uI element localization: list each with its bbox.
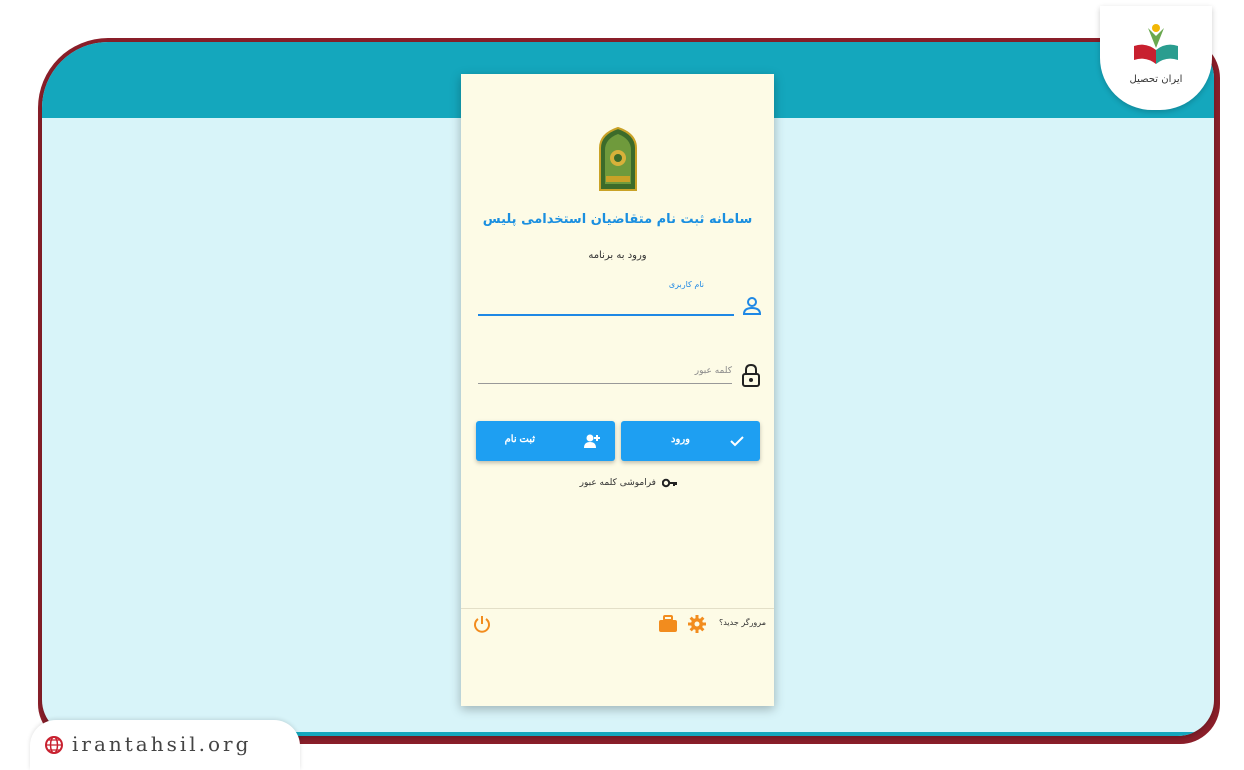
login-button[interactable]: ورود <box>621 421 760 461</box>
add-user-icon <box>584 434 600 448</box>
lock-icon <box>742 363 760 387</box>
police-emblem-icon <box>599 126 637 191</box>
user-icon <box>742 297 762 315</box>
briefcase-icon[interactable] <box>658 615 678 633</box>
power-icon[interactable] <box>473 615 491 633</box>
password-underline <box>478 383 732 384</box>
password-field[interactable]: کلمه عبور <box>695 366 732 376</box>
forgot-password-label: فراموشی کلمه عبور <box>579 478 656 488</box>
card-divider <box>461 608 774 609</box>
brand-name: ایران تحصیل <box>1129 74 1183 85</box>
register-button-label: ثبت نام <box>504 434 535 445</box>
login-button-label: ورود <box>671 434 690 445</box>
check-icon <box>730 436 744 447</box>
new-browser-link[interactable]: مرورگر جدید؟ <box>719 618 766 627</box>
watermark-badge: irantahsil.org <box>30 720 300 770</box>
brand-badge: ایران تحصیل <box>1100 6 1212 110</box>
register-button[interactable]: ثبت نام <box>476 421 615 461</box>
globe-icon <box>45 736 63 754</box>
brand-logo-icon <box>1134 24 1178 64</box>
username-label: نام کاربری <box>668 280 704 289</box>
key-icon <box>662 478 677 488</box>
forgot-password-link[interactable]: فراموشی کلمه عبور <box>580 478 678 488</box>
login-card: سامانه ثبت نام متقاضیان استخدامی پلیس ور… <box>461 74 774 706</box>
page-title: سامانه ثبت نام متقاضیان استخدامی پلیس <box>482 212 753 227</box>
login-subtitle: ورود به برنامه <box>588 250 647 261</box>
watermark-site: irantahsil.org <box>72 732 252 756</box>
username-input[interactable] <box>478 314 734 316</box>
gear-icon[interactable] <box>688 615 706 633</box>
